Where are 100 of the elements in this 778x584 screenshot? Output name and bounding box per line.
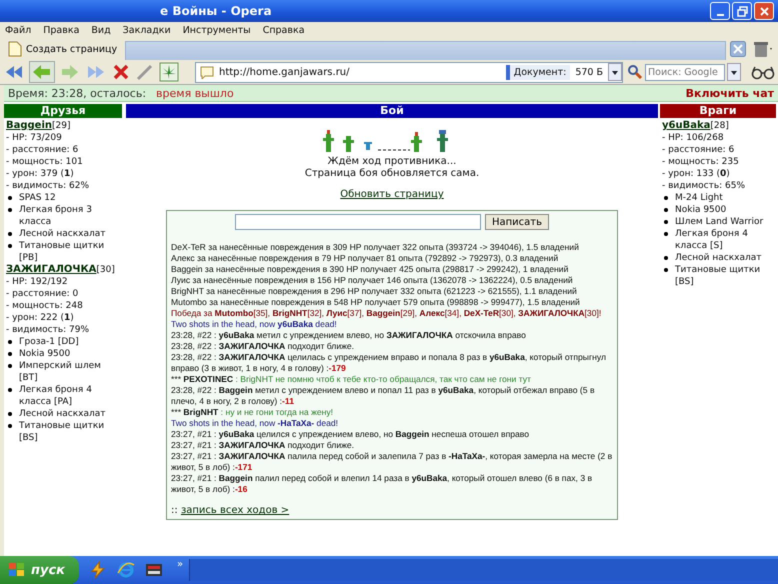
player-stat: - урон: 379 (1) bbox=[6, 168, 75, 180]
bullet-icon bbox=[8, 232, 12, 236]
start-button[interactable]: пуск bbox=[0, 556, 79, 584]
log-entry: Mutombo за нанесённые повреждения в 548 HP получает 579 опыта (998898 -> 999477), 1.5 владений bbox=[171, 297, 581, 308]
player-level: [30] bbox=[96, 265, 115, 275]
bullet-icon bbox=[664, 268, 668, 272]
player-name-link[interactable]: у6uBaka bbox=[662, 120, 710, 131]
stop-icon[interactable] bbox=[111, 62, 131, 82]
window-title: е Войны - Opera bbox=[160, 4, 272, 18]
chat-input[interactable] bbox=[234, 214, 481, 230]
bullet-icon bbox=[664, 220, 668, 224]
dropdown-icon[interactable] bbox=[727, 63, 741, 81]
player-stat: - урон: 222 (1) bbox=[6, 312, 75, 324]
time-left: время вышло bbox=[156, 86, 234, 100]
menu-item[interactable]: Инструменты bbox=[182, 24, 251, 36]
new-page-button[interactable]: Создать страницу bbox=[4, 39, 122, 59]
minimize-button[interactable] bbox=[710, 2, 730, 20]
player-stat: - видимость: 62% bbox=[6, 180, 90, 192]
bullet-icon bbox=[8, 364, 12, 368]
equipment-item: Титановые щитки [BS] bbox=[675, 264, 762, 288]
equipment-item: Лесной наскхалат bbox=[19, 228, 106, 240]
time-label: Время: 23:28, осталось: bbox=[8, 86, 146, 100]
chat-toggle-link[interactable]: Включить чат bbox=[686, 86, 774, 100]
log-entry: DeX-TeR за нанесённые повреждения в 309 HP получает 322 опыта (393724 -> 394046), 1.5 владений bbox=[171, 242, 580, 253]
log-entry: 23:27, #21 : ЗАЖИГАЛОЧКА палила перед собой и залепила 7 раз в -HaTaXa-, которая замерла на месте (2 в живот, 5 в лоб) :-171 bbox=[171, 451, 613, 473]
column-header: Враги bbox=[660, 104, 776, 118]
equipment-item: Титановые щитки [PB] bbox=[19, 240, 106, 264]
log-entry: Two shots in the head, now -HaTaXa- dead! bbox=[171, 418, 340, 429]
equipment-item: M-24 Light bbox=[675, 192, 723, 204]
log-entry: Алекс за нанесённые повреждения в 79 HP получает 81 опыта (792892 -> 792973), 0.3 владений bbox=[171, 253, 560, 264]
log-entry: 23:28, #22 : Baggein метил с упреждением влево и попал 11 раз в у6uBaka, который отбежал вправо (5 в плечо, 4 в ногу, 2 в голову) :-11 bbox=[171, 385, 596, 407]
refresh-link[interactable]: Обновить страницу bbox=[340, 189, 444, 201]
search-icon bbox=[627, 64, 643, 80]
bullet-icon bbox=[8, 208, 12, 212]
equipment-item: Гроза-1 [DD] bbox=[19, 336, 79, 348]
refresh-note: Страница боя обновляется сама. bbox=[304, 168, 480, 180]
trash-icon[interactable] bbox=[752, 40, 774, 58]
dropdown-icon[interactable] bbox=[608, 63, 622, 81]
menu-item[interactable]: Файл bbox=[5, 24, 32, 36]
bullet-icon bbox=[8, 412, 12, 416]
windows-logo-icon bbox=[8, 562, 26, 578]
document-size: 570 Б bbox=[575, 66, 603, 78]
player-stat: - мощность: 235 bbox=[662, 156, 740, 168]
column-header: Бой bbox=[126, 104, 658, 118]
close-button[interactable] bbox=[754, 2, 774, 20]
player-stat: - расстояние: 0 bbox=[6, 288, 80, 300]
log-entry: Победа за Mutombo[35], BrigNHT[32], Луис[37], Baggein[29], Алекс[34], DeX-TeR[30], ЗАЖИГАЛОЧКА[30]! bbox=[171, 308, 602, 319]
player-stat: - видимость: 79% bbox=[6, 324, 90, 336]
menu-item[interactable]: Закладки bbox=[122, 24, 171, 36]
equipment-item: Лесной наскхалат bbox=[19, 408, 106, 420]
equipment-item: Шлем Land Warrior bbox=[675, 216, 764, 228]
log-entry: 23:27, #21 : Baggein палил перед собой и влепил 14 раза в у6uBaka, который отошел влево (6 в пах, 3 в живот, 5 в лоб) :-16 bbox=[171, 473, 594, 495]
player-stat: - HP: 192/192 bbox=[6, 276, 69, 288]
waiting-message: Ждём ход противника... bbox=[328, 156, 456, 168]
restore-button[interactable] bbox=[732, 2, 752, 20]
player-stat: - мощность: 248 bbox=[6, 300, 84, 312]
bullet-icon bbox=[8, 244, 12, 248]
equipment-item: SPAS 12 bbox=[19, 192, 56, 204]
log-entry: 23:27, #21 : ЗАЖИГАЛОЧКА подходит ближе. bbox=[171, 440, 356, 451]
address-field[interactable]: http://home.ganjawars.ru/ Документ: 570 Б bbox=[195, 62, 623, 82]
bullet-icon bbox=[8, 424, 12, 428]
send-button[interactable]: Написать bbox=[484, 214, 550, 230]
log-entry: 23:28, #22 : у6uBaka метил с упреждением влево, но ЗАЖИГАЛОЧКА отскочила вправо bbox=[171, 330, 527, 341]
log-entry: 23:27, #21 : у6uBaka целился с упреждением влево, но Baggein неспеша отошел вправо bbox=[171, 429, 530, 440]
player-level: [29] bbox=[52, 121, 70, 131]
player-stat: - расстояние: 6 bbox=[6, 144, 80, 156]
equipment-item: Легкая броня 4 класса [S] bbox=[675, 228, 749, 252]
more-icon[interactable]: » bbox=[177, 559, 184, 570]
restore-icon bbox=[736, 6, 748, 16]
player-stat: - расстояние: 6 bbox=[662, 144, 736, 156]
column-header: Друзья bbox=[4, 104, 122, 118]
log-entry: *** BrigNHT : ну и не гони тогда на жену! bbox=[171, 407, 334, 418]
menu-item[interactable]: Вид bbox=[91, 24, 111, 36]
bullet-icon bbox=[664, 208, 668, 212]
bullet-icon bbox=[8, 196, 12, 200]
lightning-icon[interactable] bbox=[89, 561, 107, 579]
menu-item[interactable]: Правка bbox=[43, 24, 80, 36]
player-name-link[interactable]: ЗАЖИГАЛОЧКА bbox=[6, 264, 96, 275]
equipment-item: Лесной наскхалат bbox=[675, 252, 762, 264]
player-name-link[interactable]: Baggein bbox=[6, 120, 52, 131]
menu-item[interactable]: Справка bbox=[262, 24, 305, 36]
pencil-icon[interactable] bbox=[135, 62, 155, 82]
bullet-icon bbox=[664, 256, 668, 260]
browser-e-icon[interactable] bbox=[117, 561, 135, 579]
minimize-icon bbox=[716, 14, 724, 16]
full-log-link[interactable]: запись всех ходов > bbox=[180, 505, 290, 516]
player-level: [28] bbox=[710, 121, 729, 131]
link-prefix: :: bbox=[171, 505, 178, 516]
player-stat: - HP: 73/209 bbox=[6, 132, 63, 144]
bullet-icon bbox=[664, 196, 668, 200]
close-tab-icon[interactable] bbox=[730, 41, 746, 57]
leaf-icon[interactable] bbox=[159, 62, 179, 82]
log-entry: Baggein за нанесённые повреждения в 390 HP получает 425 опыта (298817 -> 299242), 1 владений bbox=[171, 264, 570, 275]
log-entry: *** PEXOTINEC : BrigNHT не помню чтоб к тебе кто-то обращался, так что сам не гони тут bbox=[171, 374, 532, 385]
document-label: Документ: bbox=[506, 64, 570, 80]
equipment-item: Nokia 9500 bbox=[19, 348, 70, 360]
bullet-icon bbox=[8, 340, 12, 344]
media-icon[interactable] bbox=[145, 561, 163, 579]
search-field[interactable]: Поиск: Google bbox=[645, 64, 725, 80]
log-entry: BrigNHT за нанесённые повреждения в 296 HP получает 332 опыта (621223 -> 621555), 1.1 владений bbox=[171, 286, 578, 297]
